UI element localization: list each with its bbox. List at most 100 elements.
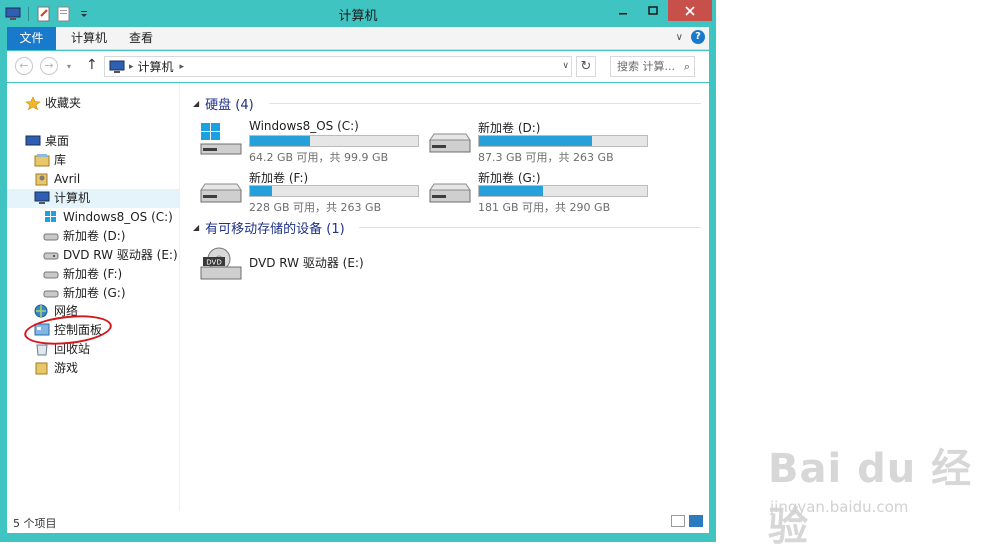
sidebar-item-drive-c[interactable]: Windows8_OS (C:) [43,208,173,226]
computer-icon [109,60,125,73]
search-icon: ⌕ [683,60,690,73]
sidebar-label: 新加卷 (F:) [63,267,123,281]
drive-usage-bar [478,185,648,197]
help-icon[interactable]: ? [691,30,705,44]
sidebar-label: 计算机 [54,191,91,205]
star-icon [25,96,41,110]
ribbon-tabs: 文件 计算机 查看 ∨ ? [7,27,709,50]
drive-size: 228 GB 可用，共 263 GB [249,201,382,214]
drive-tile-f[interactable]: 新加卷 (F:) 228 GB 可用，共 263 GB [199,169,429,215]
content-pane: ◢ 硬盘 (4) Windows8_OS (C:) 64.2 GB 可用，共 9… [181,83,709,511]
recent-locations-icon[interactable]: ▾ [67,62,71,71]
drive-usage-fill [479,136,592,146]
group-divider [359,227,701,228]
sidebar-item-favorites[interactable]: 收藏夹 [25,94,81,112]
breadcrumb-chevron-icon[interactable]: ▸ [129,62,134,72]
tab-computer[interactable]: 计算机 [59,27,119,50]
windows-drive-icon [45,211,56,222]
selected-row-highlight [7,189,179,208]
group-header-hard-disks[interactable]: ◢ 硬盘 (4) [193,94,254,113]
sidebar-label: 库 [54,153,67,167]
up-button[interactable]: ↑ [86,57,98,73]
window-controls [608,0,712,21]
sidebar-item-desktop[interactable]: 桌面 [25,132,69,150]
drive-size: 87.3 GB 可用，共 263 GB [478,151,614,164]
drive-usage-fill [250,186,272,196]
details-view-button[interactable] [671,515,685,527]
refresh-button[interactable]: ↻ [576,56,596,77]
sidebar-item-computer[interactable]: 计算机 [34,189,90,207]
network-icon [34,304,48,318]
ribbon-controls: ∨ ? [676,30,705,44]
sidebar-item-drive-f[interactable]: 新加卷 (F:) [43,265,122,283]
close-button[interactable] [668,0,712,21]
drive-usage-bar [249,185,419,197]
sidebar-label: 桌面 [45,134,70,148]
expand-ribbon-icon[interactable]: ∨ [676,32,683,43]
group-divider [269,103,701,104]
address-bar[interactable]: ▸ 计算机 ▸ ∨ [104,56,572,77]
sidebar-item-drive-g[interactable]: 新加卷 (G:) [43,284,126,302]
user-folder-icon [35,173,48,186]
title-bar: 计算机 [0,0,716,27]
drive-usage-bar [478,135,648,147]
tab-file[interactable]: 文件 [7,27,56,50]
library-icon [34,154,50,167]
large-icons-view-button[interactable] [689,515,703,527]
navigation-pane: 收藏夹 桌面 库 Avril 计算机 Windows8_OS (C:) 新加卷 … [7,83,180,511]
drive-tile-g[interactable]: 新加卷 (G:) 181 GB 可用，共 290 GB [428,169,658,215]
sidebar-item-drive-e[interactable]: DVD RW 驱动器 (E:) [43,246,178,264]
sidebar-label: 收藏夹 [45,96,82,110]
drive-name: Windows8_OS (C:) [249,119,359,133]
hard-drive-icon [429,133,471,153]
drive-size: 181 GB 可用，共 290 GB [478,201,611,214]
view-switcher [671,515,703,527]
breadcrumb-computer[interactable]: 计算机 [138,58,174,75]
back-button[interactable]: ← [15,57,33,75]
breadcrumb-chevron-icon[interactable]: ▸ [180,62,185,72]
sidebar-label: 新加卷 (G:) [63,286,126,300]
sidebar-item-user[interactable]: Avril [34,170,80,188]
drive-name: 新加卷 (D:) [478,121,541,135]
sidebar-label: 新加卷 (D:) [63,229,126,243]
group-header-removable[interactable]: ◢ 有可移动存储的设备 (1) [193,218,345,237]
address-dropdown-icon[interactable]: ∨ [562,61,569,71]
drive-usage-fill [250,136,311,146]
navigation-bar: ← → ▾ ↑ ▸ 计算机 ▸ ∨ ↻ 搜索 计算... ⌕ [7,51,709,82]
computer-icon [34,191,50,204]
watermark-url: jingyan.baidu.com [770,498,909,516]
group-title: 硬盘 (4) [205,98,254,113]
search-placeholder: 搜索 计算... [617,60,675,73]
sidebar-label: DVD RW 驱动器 (E:) [63,248,178,262]
sidebar-item-drive-d[interactable]: 新加卷 (D:) [43,227,125,245]
drive-usage-fill [479,186,543,196]
hard-drive-icon [429,183,471,203]
minimize-button[interactable] [608,0,638,21]
sidebar-item-games[interactable]: 游戏 [34,359,78,377]
window-body: 收藏夹 桌面 库 Avril 计算机 Windows8_OS (C:) 新加卷 … [7,83,709,533]
tab-view[interactable]: 查看 [117,27,165,50]
maximize-button[interactable] [638,0,668,21]
collapse-chevron-icon: ◢ [193,99,200,108]
hard-drive-icon [200,183,242,203]
forward-button[interactable]: → [40,57,58,75]
collapse-chevron-icon: ◢ [193,223,200,232]
dvd-drive-icon: DVD [200,247,242,280]
drive-name: DVD RW 驱动器 (E:) [249,256,364,270]
sidebar-item-library[interactable]: 库 [34,151,66,169]
search-input[interactable]: 搜索 计算... ⌕ [610,56,695,77]
close-icon [685,5,695,16]
sidebar-label: Windows8_OS (C:) [63,210,173,224]
baidu-watermark: Bai du 经验 jingyan.baidu.com [760,428,1000,550]
group-title: 有可移动存储的设备 (1) [205,222,345,237]
status-bar: 5 个项目 [7,511,709,533]
explorer-window: 计算机 文件 计算机 查看 ∨ ? ← → ▾ ↑ ▸ 计算机 ▸ ∨ ↻ 搜索… [0,0,716,542]
hard-drive-icon [43,271,59,279]
sidebar-label: 游戏 [54,361,79,375]
drive-tile-dvd[interactable]: DVD DVD RW 驱动器 (E:) [199,244,429,290]
watermark-logo: Bai du 经验 [768,446,973,550]
windows-drive-icon [200,123,242,155]
drive-tile-d[interactable]: 新加卷 (D:) 87.3 GB 可用，共 263 GB [428,119,658,165]
drive-name: 新加卷 (G:) [478,171,541,185]
drive-tile-c[interactable]: Windows8_OS (C:) 64.2 GB 可用，共 99.9 GB [199,119,429,165]
